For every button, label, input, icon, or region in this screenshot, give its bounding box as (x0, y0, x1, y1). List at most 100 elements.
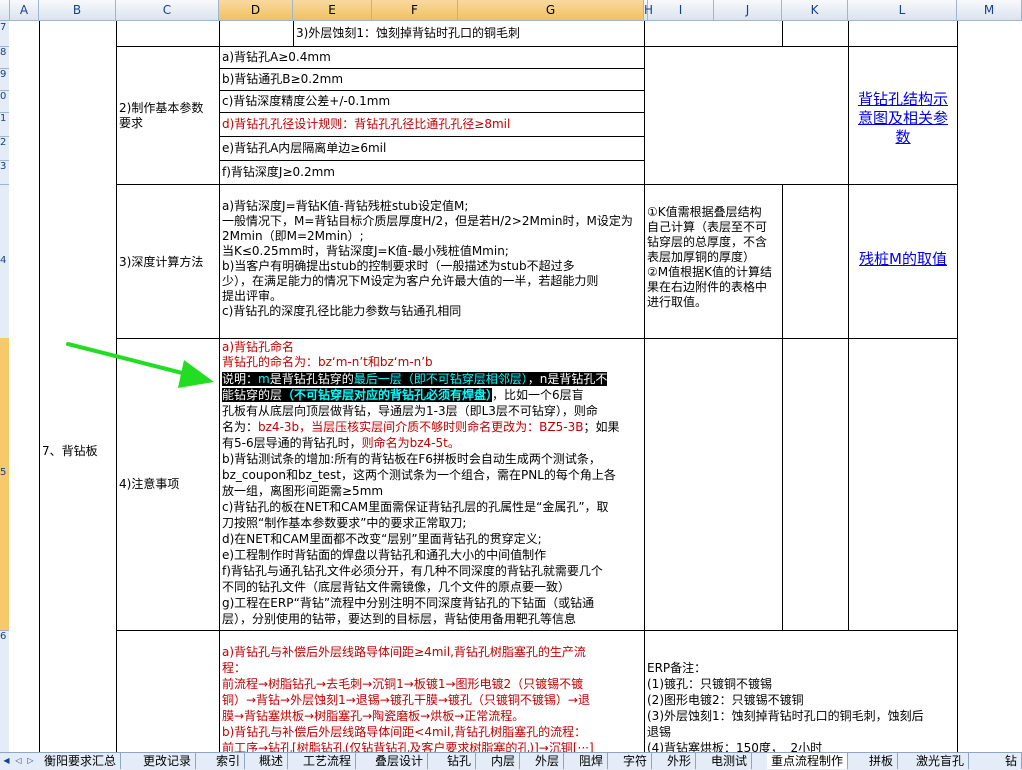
row-header[interactable]: 6 (0, 630, 9, 753)
column-header-j[interactable]: J (714, 0, 782, 20)
depth-link-cell[interactable]: 残桩M的取值 (848, 184, 958, 339)
row-header-selected[interactable]: 5 (0, 338, 9, 631)
params-link-cell[interactable]: 背钻孔结构示 意图及相关参 数 (848, 46, 958, 185)
param-cell[interactable]: b)背钻通孔B≥0.2mm (219, 68, 645, 91)
params-note-cell[interactable] (644, 46, 849, 185)
erp-line: (2)图形电镀2：只镀锡不镀铜 (647, 693, 804, 707)
sheet-tab[interactable]: 概述 (255, 753, 289, 769)
depth-note-line: 果在右边附件的表格中 (647, 280, 768, 294)
sheet-tab[interactable]: 索引 (212, 753, 246, 769)
param-cell[interactable]: c)背钻深度精度公差+/-0.1mm (219, 90, 645, 113)
column-header-d[interactable]: D (219, 0, 293, 20)
sheet-tab[interactable]: 外层 (531, 753, 565, 769)
sheet-tab[interactable]: 钻 (1001, 753, 1022, 769)
cell-ij-top[interactable] (644, 21, 783, 47)
column-header-e[interactable]: E (293, 0, 372, 20)
cell-k-depth[interactable] (782, 184, 849, 339)
row-header[interactable]: 7 (0, 21, 9, 47)
depth-line: c)背钻孔的深度孔径比能力参数与钻通孔相同 (222, 304, 462, 318)
sheet-tab[interactable]: 电测试 (707, 753, 753, 769)
step3-label-cell[interactable]: 3)深度计算方法 (116, 184, 220, 339)
cell-ij-notes[interactable] (644, 338, 783, 631)
cell-d-top[interactable] (219, 21, 294, 47)
cell-k-notes[interactable] (782, 338, 849, 631)
row-header[interactable]: 4 (0, 184, 9, 339)
top-row-cell[interactable]: 3)外层蚀刻1：蚀刻掉背钻时孔口的铜毛刺 (293, 21, 645, 47)
notes-line: 刀按照“制作基本参数要求”中的要求正常取刀; (222, 516, 467, 530)
sheet-tab[interactable]: 外形 (663, 753, 697, 769)
sheet-tab[interactable]: 激光盲孔 (912, 753, 970, 769)
sheet-tab[interactable]: 更改记录 (139, 753, 197, 769)
row-header[interactable]: 8 (0, 46, 9, 69)
column-header-l[interactable]: L (848, 0, 957, 20)
notes-line3: 说明：m是背钻孔钻穿的最后一层（即不可钻穿层相邻层），n是背钻孔不 (222, 372, 608, 386)
depth-note-line: ②M值根据K值的计算结 (647, 265, 772, 279)
cell-k-top[interactable] (782, 21, 849, 47)
column-header-b[interactable]: B (39, 0, 116, 20)
step4-label: 4)注意事项 (119, 477, 180, 491)
depth-method-cell[interactable]: a)背钻深度J=背钻K值-背钻残桩stub设定值M; 一般情况下，M=背钻目标介… (219, 184, 645, 339)
sheet-tab[interactable]: 钻孔 (443, 753, 477, 769)
sheet-tab[interactable]: 字符 (619, 753, 653, 769)
column-header-k[interactable]: K (782, 0, 848, 20)
sheet-tab[interactable]: 拼板 (865, 753, 899, 769)
depth-line: a)背钻深度J=背钻K值-背钻残桩stub设定值M; (222, 199, 469, 213)
column-header-g[interactable]: G (458, 0, 644, 20)
param-cell[interactable]: d)背钻孔孔径设计规则：背钻孔孔径比通孔孔径≥8mil (219, 112, 645, 137)
tab-scroll-first-icon[interactable]: ◀ (2, 755, 11, 767)
param-cell[interactable]: f)背钻深度J≥0.2mm (219, 160, 645, 185)
param-c: c)背钻深度精度公差+/-0.1mm (222, 94, 391, 108)
params-diagram-link[interactable]: 背钻孔结构示 意图及相关参 数 (849, 90, 957, 147)
cell-l-notes[interactable] (848, 338, 958, 631)
row-header[interactable]: 0 (0, 90, 9, 113)
sheet-tab[interactable]: 内层 (487, 753, 521, 769)
row-header-bar: 7 8 9 0 1 2 3 4 5 6 (0, 21, 9, 753)
column-header-i[interactable]: I (648, 0, 714, 20)
flow-line: 程： (222, 661, 247, 675)
flow-cell[interactable]: a)背钻孔与补偿后外层线路导体间距≥4mil,背钻孔树脂塞孔的生产流 程： 前流… (219, 630, 645, 752)
erp-note-cell[interactable]: ERP备注： (1)镀孔：只镀铜不镀锡 (2)图形电镀2：只镀锡不镀铜 (3)外… (644, 630, 958, 752)
step2-label-cell[interactable]: 2)制作基本参数 要求 (116, 46, 220, 185)
sheet-tab[interactable]: 工艺流程 (299, 753, 357, 769)
flow-line: b)背钻孔与补偿后外层线路导体间距<4mil,背钻孔树脂塞孔的流程： (222, 725, 587, 739)
sheet-tab[interactable]: 衡阳要求汇总 (40, 753, 122, 769)
column-header-m[interactable]: M (957, 0, 1022, 20)
worksheet-grid[interactable]: 7、背钻板 3)外层蚀刻1：蚀刻掉背钻时孔口的铜毛刺 2)制作基本参数 要求 a… (10, 21, 1022, 752)
depth-note-line: 自己计算（表层至不可 (647, 220, 768, 234)
column-header-a[interactable]: A (10, 0, 39, 20)
param-cell[interactable]: a)背钻孔A≥0.4mm (219, 46, 645, 69)
step3-label: 3)深度计算方法 (119, 255, 204, 269)
depth-note-line: 表层加厚铜的厚度） (647, 250, 756, 264)
step2-label-line1: 2)制作基本参数 (119, 101, 204, 115)
notes-line: g)工程在ERP“背钻”流程中分别注明不同深度背钻孔的下钻面（或钻通 (222, 596, 595, 610)
flow-line: 前工序→钻孔[树脂钻孔(仅钻背钻孔及客户要求树脂塞的孔)]→沉铜[···] (222, 741, 594, 752)
tab-scroll-next-icon[interactable]: ▷ (26, 755, 35, 767)
depth-note-line: ①K值需根据叠层结构 (647, 205, 762, 219)
column-header-c[interactable]: C (116, 0, 219, 20)
notes-line: bz_coupon和bz_test，这两个测试条为一个组合，需在PNL的每个角上… (222, 468, 616, 482)
stub-m-value-link[interactable]: 残桩M的取值 (849, 250, 957, 269)
row-header[interactable]: 2 (0, 136, 9, 161)
column-header-f[interactable]: F (372, 0, 458, 20)
select-all-corner[interactable] (0, 0, 10, 20)
depth-line: 当K≤0.25mm时，背钻深度J=K值-最小残桩值Mmin; (222, 244, 509, 258)
sheet-tab-active[interactable]: 重点流程制作 (767, 753, 849, 769)
cell-c-flow[interactable] (116, 630, 220, 752)
cell-c-top[interactable] (116, 21, 220, 47)
param-b: b)背钻通孔B≥0.2mm (222, 72, 344, 86)
notes-line: 不同的钻孔文件（底层背钻文件需镜像，几个文件的原点要一致） (222, 580, 571, 594)
tab-scroll-prev-icon[interactable]: ◁ (14, 755, 23, 767)
depth-note-cell[interactable]: ①K值需根据叠层结构 自己计算（表层至不可 钻穿层的总厚度，不含 表层加厚铜的厚… (644, 184, 783, 339)
sheet-tab[interactable]: 叠层设计 (371, 753, 429, 769)
param-e: e)背钻孔A内层隔离单边≥6mil (222, 141, 387, 155)
notes-cell[interactable]: a)背钻孔命名 背钻孔的命名为：bz‘m-n’t和bz‘m-n’b 说明：m是背… (219, 338, 645, 631)
sheet-tab-bar: ◀ ◁ ▷ 衡阳要求汇总 更改记录 索引 概述 工艺流程 叠层设计 钻孔 内层 … (0, 752, 1022, 770)
cell-l-top[interactable] (848, 21, 958, 47)
sheet-tab[interactable]: 阻焊 (575, 753, 609, 769)
param-cell[interactable]: e)背钻孔A内层隔离单边≥6mil (219, 136, 645, 161)
row-header[interactable]: 9 (0, 68, 9, 91)
param-a: a)背钻孔A≥0.4mm (222, 50, 331, 64)
notes-line: c)背钻孔的板在NET和CAM里面需保证背钻孔层的孔属性是“金属孔”，取 (222, 500, 609, 514)
row-header[interactable]: 3 (0, 160, 9, 185)
row-header[interactable]: 1 (0, 112, 9, 137)
